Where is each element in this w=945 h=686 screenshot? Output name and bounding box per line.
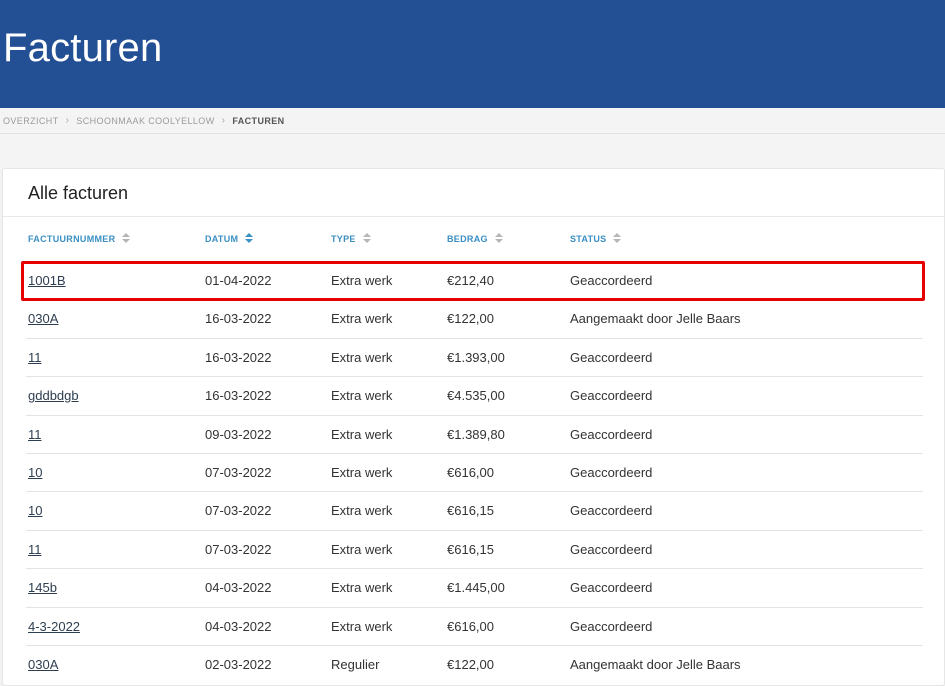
status-cell: Geaccordeerd: [570, 273, 653, 288]
breadcrumb-overzicht[interactable]: OVERZICHT: [3, 116, 59, 126]
invoice-number-link[interactable]: 1001B: [28, 262, 66, 300]
type-cell: Extra werk: [331, 349, 393, 365]
date-cell: 09-03-2022: [205, 426, 272, 442]
status-cell: Geaccordeerd: [570, 426, 653, 442]
amount-cell: €122,00: [447, 311, 494, 327]
date-cell: 04-03-2022: [205, 580, 272, 596]
breadcrumb-schoonmaak[interactable]: SCHOONMAAK COOLYELLOW: [76, 116, 214, 126]
column-header-factuurnummer[interactable]: FACTUURNUMMER: [28, 233, 131, 244]
date-cell: 02-03-2022: [205, 657, 272, 672]
amount-cell: €122,00: [447, 657, 494, 672]
status-cell: Aangemaakt door Jelle Baars: [570, 311, 741, 327]
date-cell: 07-03-2022: [205, 541, 272, 557]
column-header-type[interactable]: TYPE: [331, 233, 371, 244]
invoice-number-link[interactable]: 10: [28, 492, 42, 530]
amount-cell: €4.535,00: [447, 388, 505, 404]
sort-arrows-icon[interactable]: [494, 233, 503, 244]
status-cell: Geaccordeerd: [570, 541, 653, 557]
invoice-number-link[interactable]: 030A: [28, 300, 58, 338]
column-header-datum[interactable]: DATUM: [205, 233, 254, 244]
amount-cell: €616,15: [447, 541, 494, 557]
status-cell: Geaccordeerd: [570, 503, 653, 519]
invoice-number-link[interactable]: 11: [28, 531, 42, 569]
table-row[interactable]: gddbdgb 16-03-2022 Extra werk €4.535,00 Geac…: [26, 376, 923, 415]
date-cell: 07-03-2022: [205, 503, 272, 519]
table-row[interactable]: 030A 16-03-2022 Extra werk €122,00 Aangemaak…: [26, 299, 923, 338]
column-label: TYPE: [331, 233, 356, 244]
column-label: FACTUURNUMMER: [28, 233, 116, 244]
sort-arrows-icon[interactable]: [613, 233, 622, 244]
type-cell: Extra werk: [331, 503, 393, 519]
divider: [3, 216, 944, 217]
type-cell: Extra werk: [331, 426, 393, 442]
table-row[interactable]: 030A 02-03-2022 Regulier €122,00 Aangemaakt …: [26, 645, 923, 684]
table-row[interactable]: 11 09-03-2022 Extra werk €1.389,80 Geaccorde…: [26, 414, 923, 454]
amount-cell: €1.393,00: [447, 349, 505, 365]
sort-arrows-icon[interactable]: [122, 233, 131, 244]
table-row[interactable]: 1001B 01-04-2022 Extra werk €212,40 Geaccord…: [26, 261, 923, 300]
card-title: Alle facturen: [28, 183, 129, 203]
status-cell: Geaccordeerd: [570, 388, 653, 404]
type-cell: Regulier: [331, 657, 380, 672]
date-cell: 07-03-2022: [205, 465, 272, 480]
column-header-bedrag[interactable]: BEDRAG: [447, 233, 503, 244]
invoice-number-link[interactable]: 4-3-2022: [28, 608, 80, 646]
date-cell: 16-03-2022: [205, 311, 272, 327]
breadcrumb: OVERZICHT › SCHOONMAAK COOLYELLOW › FACT…: [0, 108, 945, 134]
table-row[interactable]: 11 07-03-2022 Extra werk €616,15 Geaccordeer…: [26, 529, 923, 569]
table-row[interactable]: 4-3-2022 04-03-2022 Extra werk €616,00 Geacc…: [26, 606, 923, 646]
amount-cell: €212,40: [447, 273, 494, 288]
status-cell: Geaccordeerd: [570, 465, 653, 480]
amount-cell: €1.445,00: [447, 580, 505, 596]
page-title: Facturen: [3, 26, 163, 70]
status-cell: Geaccordeerd: [570, 349, 653, 365]
invoice-number-link[interactable]: 11: [28, 416, 42, 454]
type-cell: Extra werk: [331, 541, 393, 557]
amount-cell: €616,15: [447, 503, 494, 519]
chevron-right-icon: ›: [221, 115, 226, 126]
sort-arrows-icon[interactable]: [245, 233, 254, 244]
status-cell: Geaccordeerd: [570, 580, 653, 596]
table-row[interactable]: 10 07-03-2022 Extra werk €616,00 Geaccordeer…: [26, 453, 923, 492]
table-row[interactable]: 145b 04-03-2022 Extra werk €1.445,00 Geaccor…: [26, 568, 923, 607]
page-header: Facturen: [0, 0, 945, 108]
date-cell: 01-04-2022: [205, 273, 272, 288]
type-cell: Extra werk: [331, 465, 393, 480]
invoice-number-link[interactable]: 030A: [28, 646, 58, 684]
column-label: DATUM: [205, 233, 239, 244]
invoice-number-link[interactable]: 145b: [28, 569, 57, 607]
amount-cell: €616,00: [447, 465, 494, 480]
table-row[interactable]: 10 07-03-2022 Extra werk €616,15 Geaccordeer…: [26, 491, 923, 530]
invoices-card: Alle facturen FACTUURNUMMER DATUM TYPE B…: [2, 168, 945, 686]
chevron-right-icon: ›: [65, 115, 70, 126]
table-row[interactable]: 11 16-03-2022 Extra werk €1.393,00 Geaccorde…: [26, 337, 923, 377]
invoice-number-link[interactable]: gddbdgb: [28, 377, 79, 415]
status-cell: Geaccordeerd: [570, 618, 653, 634]
breadcrumb-current: FACTUREN: [232, 115, 285, 126]
column-label: BEDRAG: [447, 233, 488, 244]
type-cell: Extra werk: [331, 580, 393, 596]
column-label: STATUS: [570, 233, 607, 244]
date-cell: 16-03-2022: [205, 388, 272, 404]
invoice-number-link[interactable]: 10: [28, 454, 42, 492]
type-cell: Extra werk: [331, 618, 393, 634]
date-cell: 16-03-2022: [205, 349, 272, 365]
amount-cell: €616,00: [447, 618, 494, 634]
amount-cell: €1.389,80: [447, 426, 505, 442]
type-cell: Extra werk: [331, 388, 393, 404]
type-cell: Extra werk: [331, 273, 393, 288]
column-header-status[interactable]: STATUS: [570, 233, 622, 244]
invoice-number-link[interactable]: 11: [28, 339, 42, 377]
sort-arrows-icon[interactable]: [362, 233, 371, 244]
status-cell: Aangemaakt door Jelle Baars: [570, 657, 741, 672]
date-cell: 04-03-2022: [205, 618, 272, 634]
type-cell: Extra werk: [331, 311, 393, 327]
